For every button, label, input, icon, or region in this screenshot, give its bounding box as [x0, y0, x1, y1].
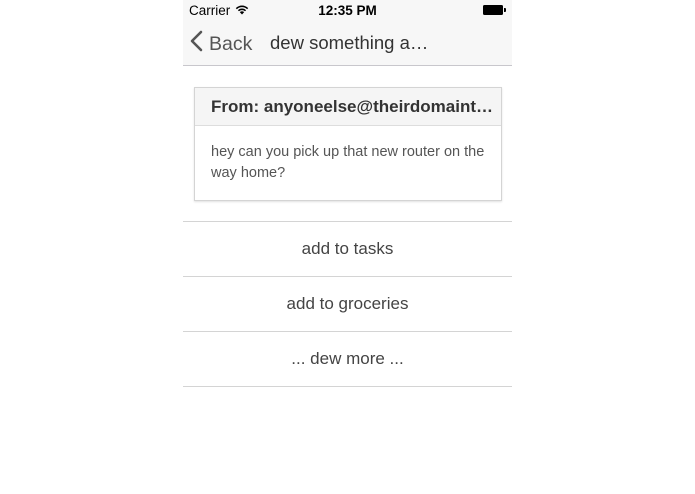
- phone-screen: Carrier 12:35 PM Back dew something a… F…: [183, 0, 512, 494]
- dew-more-button[interactable]: ... dew more ...: [183, 332, 512, 387]
- clock: 12:35 PM: [318, 3, 377, 18]
- navigation-bar: Back dew something a…: [183, 20, 512, 66]
- email-body: hey can you pick up that new router on t…: [211, 144, 485, 181]
- chevron-left-icon: [190, 30, 209, 58]
- email-from: From: anyoneelse@theirdomaint…: [195, 88, 501, 126]
- back-button[interactable]: Back: [190, 30, 252, 58]
- add-to-tasks-button[interactable]: add to tasks: [183, 222, 512, 277]
- email-card: From: anyoneelse@theirdomaint… hey can y…: [194, 87, 502, 201]
- back-label: Back: [209, 32, 253, 55]
- page-title: dew something a…: [270, 32, 429, 53]
- status-bar: Carrier 12:35 PM: [183, 0, 512, 20]
- action-list: add to tasks add to groceries ... dew mo…: [183, 221, 512, 387]
- battery-icon: [483, 5, 506, 15]
- add-to-groceries-button[interactable]: add to groceries: [183, 277, 512, 332]
